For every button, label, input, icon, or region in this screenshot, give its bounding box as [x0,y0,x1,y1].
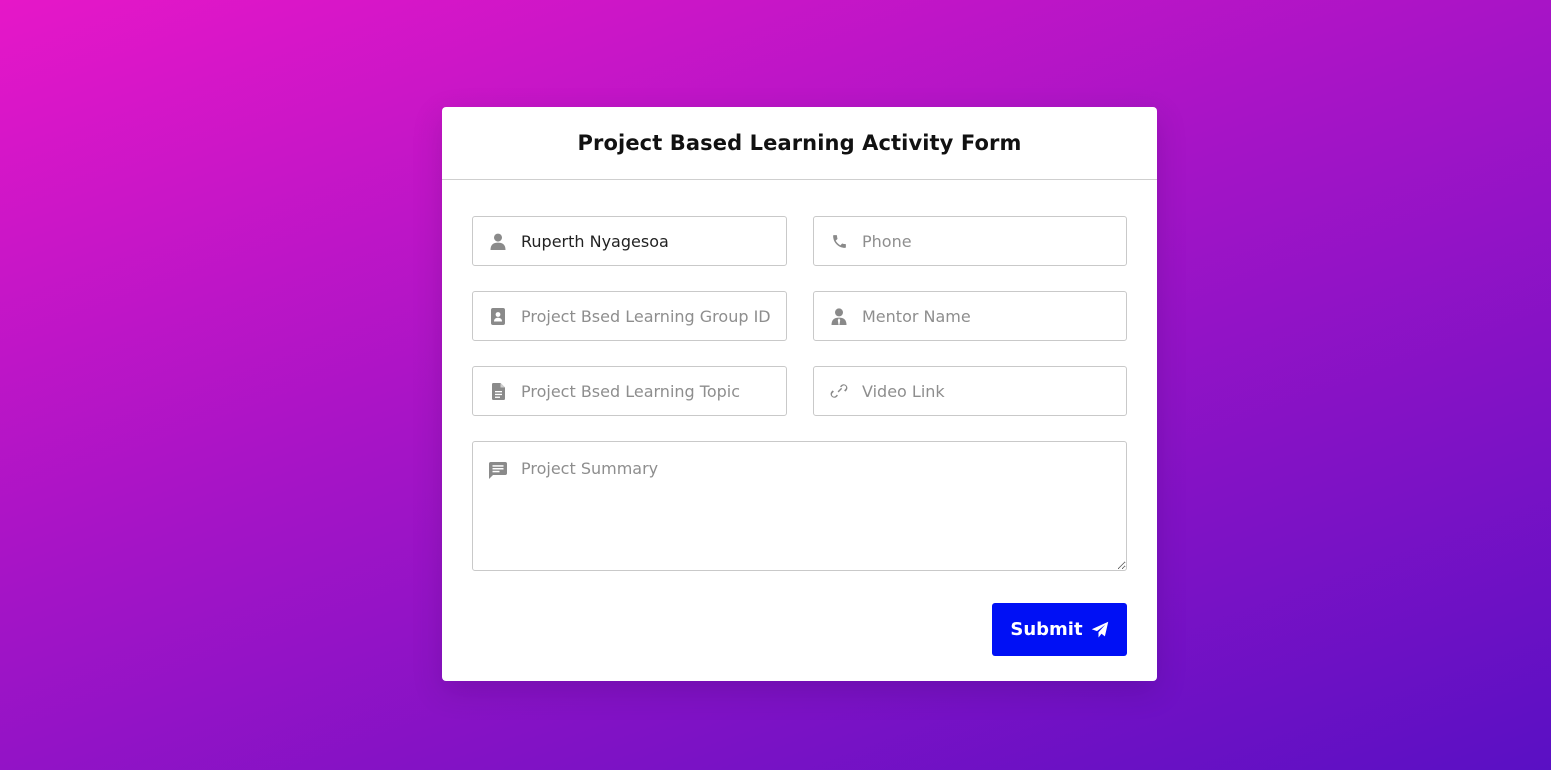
phone-icon [829,231,849,251]
summary-field [472,441,1127,571]
video-link-input[interactable] [862,367,1118,415]
mentor-icon [829,306,849,326]
phone-input[interactable] [862,217,1118,265]
mentor-field [813,291,1127,341]
submit-button[interactable]: Submit [992,603,1127,656]
id-card-icon [488,306,508,326]
link-icon [829,381,849,401]
phone-field [813,216,1127,266]
form-header: Project Based Learning Activity Form [442,107,1157,180]
form-title: Project Based Learning Activity Form [577,131,1022,155]
user-icon [488,231,508,251]
video-link-field [813,366,1127,416]
message-icon [488,460,508,480]
submit-label: Submit [1010,619,1083,640]
name-input[interactable] [521,217,778,265]
group-id-field [472,291,787,341]
group-id-input[interactable] [521,292,778,340]
form-card: Project Based Learning Activity Form Rup… [442,107,1157,681]
name-field [472,216,787,266]
mentor-input[interactable] [862,292,1118,340]
document-icon [488,381,508,401]
summary-textarea[interactable] [521,459,1126,570]
topic-input[interactable] [521,367,778,415]
paper-plane-icon [1091,621,1109,639]
topic-field [472,366,787,416]
